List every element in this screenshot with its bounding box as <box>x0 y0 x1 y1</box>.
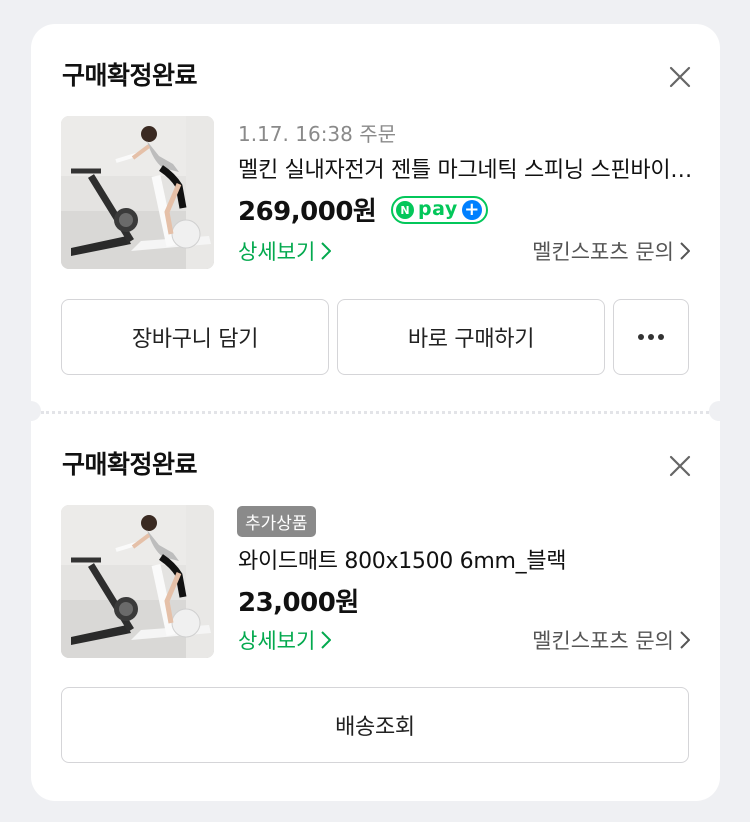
more-options-button[interactable] <box>613 299 689 375</box>
chevron-right-icon <box>321 242 332 260</box>
order-item-1: 구매확정완료 1.17. 16:38 주문 멜킨 실내자전거 젠틀 마그네틱 스… <box>31 24 720 411</box>
detail-link-label: 상세보기 <box>238 629 316 653</box>
seller-inquiry-link[interactable]: 멜킨스포츠 문의 <box>532 236 690 266</box>
seller-inquiry-label: 멜킨스포츠 문의 <box>532 629 674 653</box>
product-name[interactable]: 와이드매트 800x1500 6mm_블랙 <box>238 543 693 575</box>
track-shipping-button[interactable]: 배송조회 <box>61 687 689 763</box>
add-to-cart-button[interactable]: 장바구니 담기 <box>61 299 329 375</box>
npay-plus-icon: + <box>461 200 482 220</box>
seller-inquiry-label: 멜킨스포츠 문의 <box>532 240 674 264</box>
detail-link[interactable]: 상세보기 <box>238 236 332 266</box>
close-icon[interactable] <box>668 65 692 89</box>
buy-now-button[interactable]: 바로 구매하기 <box>337 299 605 375</box>
chevron-right-icon <box>680 631 690 649</box>
order-status: 구매확정완료 <box>62 450 198 479</box>
additional-item-badge: 추가상품 <box>237 506 316 537</box>
product-thumbnail[interactable] <box>61 116 214 269</box>
product-price: 23,000원 <box>238 588 359 618</box>
close-icon[interactable] <box>668 454 692 478</box>
product-thumbnail[interactable] <box>61 505 214 658</box>
npay-label: pay <box>418 197 458 220</box>
seller-inquiry-link[interactable]: 멜킨스포츠 문의 <box>532 625 690 655</box>
chevron-right-icon <box>321 631 332 649</box>
product-name[interactable]: 멜킨 실내자전거 젠틀 마그네틱 스피닝 스핀바이크 홈트 <box>238 152 693 184</box>
order-status: 구매확정완료 <box>62 61 198 90</box>
product-price: 269,000원 <box>238 197 377 227</box>
order-date: 1.17. 16:38 주문 <box>238 122 397 146</box>
detail-link-label: 상세보기 <box>238 240 316 264</box>
detail-link[interactable]: 상세보기 <box>238 625 332 655</box>
npay-n-icon: N <box>396 201 414 219</box>
npay-plus-badge: N pay + <box>391 196 488 224</box>
chevron-right-icon <box>680 242 690 260</box>
order-item-2: 구매확정완료 추가상품 와이드매트 800x1500 6mm_블랙 23,000… <box>31 411 720 801</box>
more-dots-icon <box>638 334 664 340</box>
